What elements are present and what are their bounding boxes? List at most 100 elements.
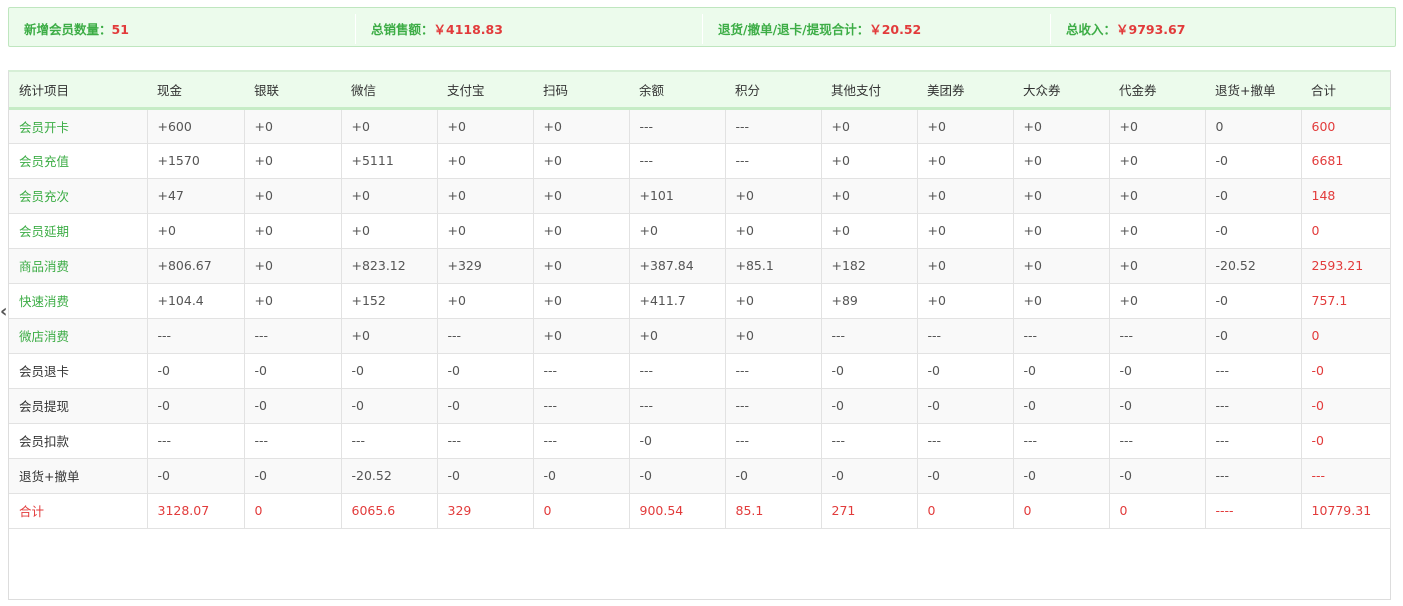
table-cell: ---: [1108, 422, 1206, 459]
table-cell: 0: [532, 492, 630, 529]
table-row: 会员充值 +1570 +0 +5111 +0 +0 --- --- +0 +0 +0 +0 -0 6681: [9, 142, 1391, 179]
table-cell: +0: [1012, 212, 1110, 249]
table-cell: -0: [340, 352, 438, 389]
table-cell: ---: [724, 107, 822, 144]
row-total-cell: -0: [1300, 422, 1391, 459]
table-cell: 0: [1204, 107, 1302, 144]
table-cell: +0: [1012, 177, 1110, 214]
row-total-cell: 6681: [1300, 142, 1391, 179]
table-cell: -0: [1204, 282, 1302, 319]
table-cell: +0: [340, 317, 438, 354]
column-header: 统计项目: [19, 82, 70, 98]
table-cell: +0: [532, 317, 630, 354]
row-total-cell: 757.1: [1300, 282, 1391, 319]
table-cell: +0: [820, 177, 918, 214]
table-cell: -0: [1108, 457, 1206, 494]
divider: [355, 14, 356, 44]
table-cell: +0: [532, 177, 630, 214]
table-cell: ---: [436, 422, 534, 459]
stat-total-sales: 总销售额：￥4118.83: [371, 19, 503, 38]
chevron-left-icon[interactable]: ‹: [0, 303, 7, 321]
table-cell: +806.67: [146, 247, 245, 284]
table-row: 商品消费 +806.67 +0 +823.12 +329 +0 +387.84 +85.1 +1…: [9, 247, 1391, 284]
row-total-cell: 600: [1300, 107, 1391, 144]
stat-value: ￥4118.83: [433, 22, 503, 37]
stat-label: 总收入：: [1066, 22, 1117, 37]
table-cell: 0: [1108, 492, 1206, 529]
table-cell: +0: [916, 177, 1014, 214]
table-cell: ---: [628, 387, 726, 424]
table-cell: -0: [1204, 317, 1302, 354]
table-cell: +0: [724, 282, 822, 319]
table-cell: +0: [916, 212, 1014, 249]
table-cell: ---: [146, 422, 245, 459]
table-cell: -0: [1204, 212, 1302, 249]
table-cell: +152: [340, 282, 438, 319]
row-label: 合计: [9, 492, 148, 529]
table-cell: ---: [146, 317, 245, 354]
table-cell: -0: [243, 352, 342, 389]
table-cell: +0: [340, 212, 438, 249]
table-row: 会员退卡 -0 -0 -0 -0 --- --- --- -0 -0 -0 -0 --- -0: [9, 352, 1391, 389]
table-cell: +47: [146, 177, 245, 214]
table-cell: -0: [1204, 177, 1302, 214]
column-header: 积分: [735, 82, 761, 98]
table-cell: +0: [1012, 142, 1110, 179]
table-cell: +0: [243, 107, 342, 144]
row-label: 会员扣款: [9, 422, 148, 459]
table-cell: -0: [724, 457, 822, 494]
table-cell: -0: [1012, 457, 1110, 494]
table-cell: +0: [436, 212, 534, 249]
column-header: 退货+撤单: [1215, 82, 1276, 98]
table-cell: -20.52: [340, 457, 438, 494]
table-cell: +0: [916, 107, 1014, 144]
row-label[interactable]: 会员延期: [9, 212, 148, 249]
table-cell: +0: [916, 247, 1014, 284]
column-header: 其他支付: [831, 82, 882, 98]
table-cell: 3128.07: [146, 492, 245, 529]
table-cell: +0: [436, 142, 534, 179]
table-cell: ---: [724, 142, 822, 179]
table-cell: -0: [820, 387, 918, 424]
table-row: 退货+撤单 -0 -0 -20.52 -0 -0 -0 -0 -0 -0 -0 -0 --- ---: [9, 457, 1391, 494]
table-cell: 6065.6: [340, 492, 438, 529]
table-cell: -0: [243, 387, 342, 424]
column-header: 支付宝: [447, 82, 485, 98]
row-label[interactable]: 会员开卡: [9, 107, 148, 144]
row-label[interactable]: 商品消费: [9, 247, 148, 284]
row-label[interactable]: 会员充值: [9, 142, 148, 179]
table-cell: +0: [532, 212, 630, 249]
table-cell: +0: [436, 107, 534, 144]
table-cell: +0: [1108, 282, 1206, 319]
table-header-row: 统计项目 现金 银联 微信 支付宝 扫码 余额 积分 其他支付 美团券 大众券 代金券 退货+撤单 合计: [9, 72, 1390, 108]
table-row: 微店消费 --- --- +0 --- +0 +0 +0 --- --- --- --- -0 0: [9, 317, 1391, 354]
column-header: 银联: [254, 82, 280, 98]
table-cell: -0: [436, 352, 534, 389]
row-label[interactable]: 快速消费: [9, 282, 148, 319]
table-cell: ---: [1204, 457, 1302, 494]
table-cell: -0: [1108, 387, 1206, 424]
table-cell: +0: [532, 142, 630, 179]
table-cell: ---: [243, 317, 342, 354]
table-cell: +0: [724, 212, 822, 249]
table-row: 快速消费 +104.4 +0 +152 +0 +0 +411.7 +0 +89 +0 +0 +0 -0 7…: [9, 282, 1391, 319]
table-cell: +0: [820, 142, 918, 179]
table-cell: +0: [243, 282, 342, 319]
stat-total-income: 总收入：￥9793.67: [1066, 19, 1185, 38]
table-cell: -0: [628, 422, 726, 459]
table-cell: +600: [146, 107, 245, 144]
table-cell: ---: [724, 422, 822, 459]
table-cell: 329: [436, 492, 534, 529]
table-cell: ---: [1012, 317, 1110, 354]
table-cell: -20.52: [1204, 247, 1302, 284]
row-label[interactable]: 会员充次: [9, 177, 148, 214]
table-cell: ---: [1204, 422, 1302, 459]
table-cell: -0: [436, 387, 534, 424]
table-cell: -0: [916, 352, 1014, 389]
row-label[interactable]: 微店消费: [9, 317, 148, 354]
table-cell: +0: [436, 282, 534, 319]
row-total-cell: 10779.31: [1300, 492, 1391, 529]
table-row: 会员开卡 +600 +0 +0 +0 +0 --- --- +0 +0 +0 +0 0 600: [9, 107, 1391, 144]
stats-table: 统计项目 现金 银联 微信 支付宝 扫码 余额 积分 其他支付 美团券 大众券 代金券 退货+撤单 合计 …: [9, 72, 1391, 529]
table-cell: +0: [532, 107, 630, 144]
